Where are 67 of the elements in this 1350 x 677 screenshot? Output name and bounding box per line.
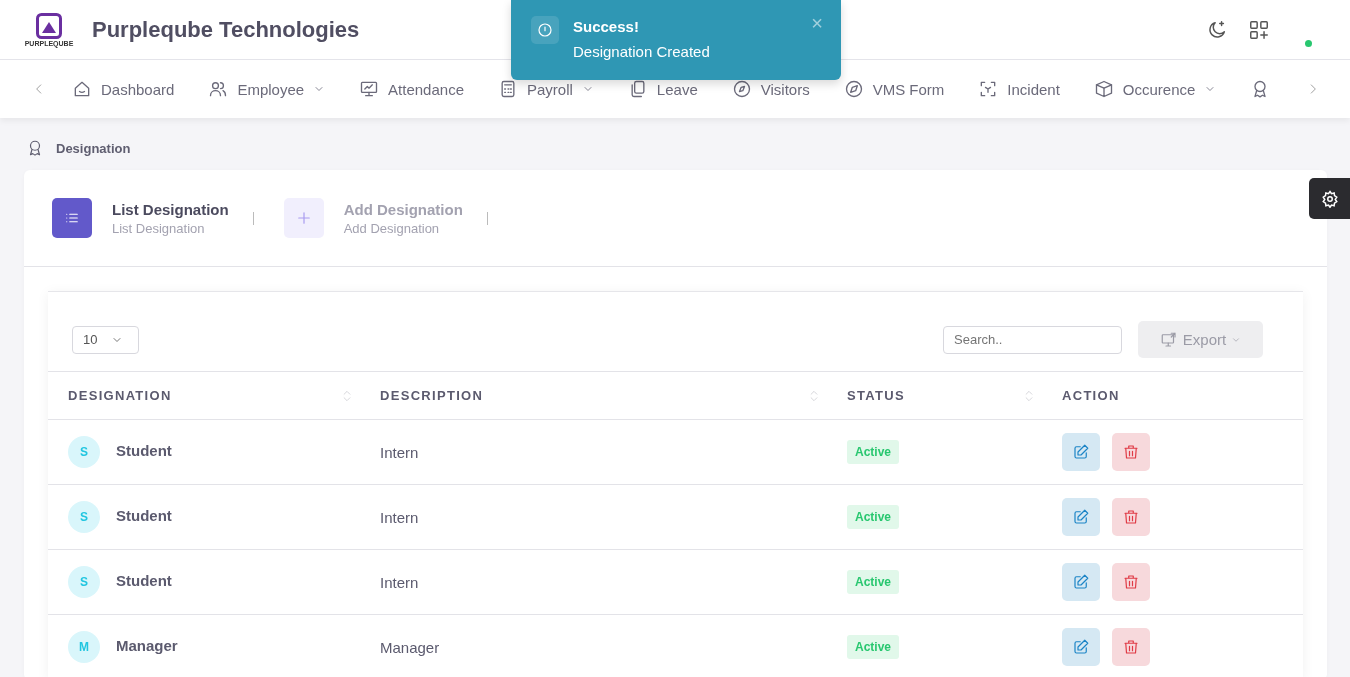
table-cell: Intern [360,419,827,485]
nav-icon [731,79,752,99]
info-icon [531,16,559,44]
nav-link[interactable]: Occurence [1093,79,1217,99]
nav-link[interactable]: Incident [978,79,1060,99]
logo-icon [36,12,62,39]
toast-title: Success! [573,18,640,35]
trash-icon [1122,443,1140,461]
toast-message: Designation Created [573,43,710,60]
edit-icon [1072,573,1090,591]
nav-icon [72,79,92,99]
table-cell: Manager [360,614,827,677]
status-badge: Active [847,570,900,594]
nav-link[interactable]: Payroll [498,79,594,99]
export-icon [1159,330,1178,349]
table-cell: Intern [360,549,827,615]
status-badge: Active [847,505,900,529]
designation-name: Student [116,441,172,459]
avatar: S [68,501,100,533]
plus-icon [283,198,324,238]
designation-name: Student [116,571,172,589]
avatar: S [68,436,100,468]
delete-button[interactable] [1112,498,1150,536]
breadcrumb: Designation [56,140,131,156]
table-cell: Intern [360,484,827,550]
edit-button[interactable] [1062,563,1100,601]
settings-button[interactable] [1309,178,1350,219]
edit-icon [1072,508,1090,526]
tab[interactable]: List Designation List Designation [52,198,229,238]
delete-button[interactable] [1112,563,1150,601]
nav-icon [843,79,864,99]
trash-icon [1122,573,1140,591]
edit-button[interactable] [1062,628,1100,666]
column-header[interactable]: DESCRIPTION [360,371,827,420]
list-icon [52,198,92,238]
column-header: ACTION [1042,371,1303,420]
nav-link[interactable]: Leave [627,79,698,99]
avatar: M [68,631,100,663]
edit-button[interactable] [1062,498,1100,536]
designation-name: Student [116,506,172,524]
page-size-select[interactable]: 10 [72,325,140,354]
designation-name: Manager [116,636,178,654]
edit-icon [1072,638,1090,656]
nav-icon [1093,79,1114,99]
delete-button[interactable] [1112,628,1150,666]
nav-link[interactable]: Visitors [731,79,810,99]
nav-link[interactable]: Employee [208,79,326,99]
nav-icon [359,79,380,99]
column-header[interactable]: STATUS [827,371,1042,420]
status-badge: Active [847,635,900,659]
trash-icon [1122,508,1140,526]
company-name: Purpleqube Technologies [92,16,360,43]
status-badge: Active [847,440,900,464]
nav-icon [208,79,229,99]
nav-link[interactable]: Dashboard [72,79,175,99]
nav-link[interactable]: Attendance [359,79,464,99]
edit-button[interactable] [1062,433,1100,471]
column-header[interactable]: DESIGNATION [48,371,360,420]
settings-icon [1320,189,1339,208]
nav-link[interactable]: VMS Form [843,79,945,99]
trash-icon [1122,638,1140,656]
avatar: S [68,566,100,598]
add-apps-icon[interactable] [1248,18,1270,41]
edit-icon [1072,443,1090,461]
search-field[interactable]: Search.. [943,325,1122,354]
delete-button[interactable] [1112,433,1150,471]
dark-mode-icon[interactable] [1206,18,1228,41]
